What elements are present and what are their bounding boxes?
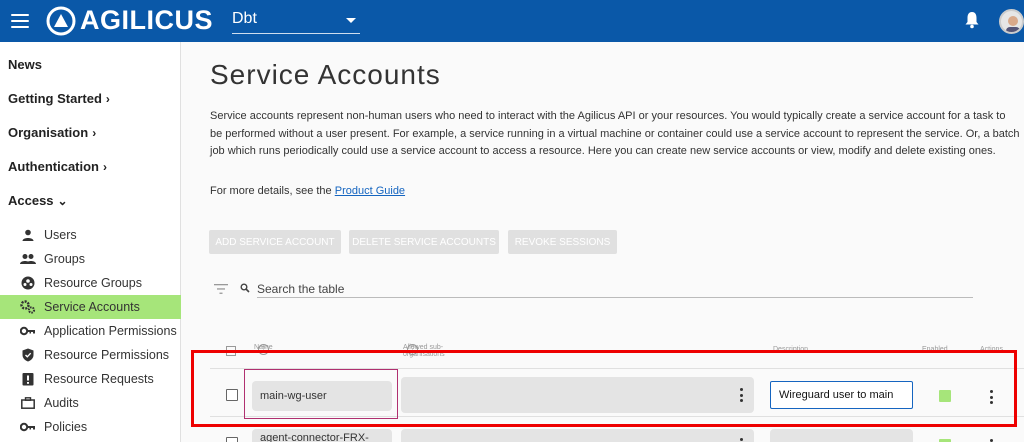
chevron-right-icon: ›	[105, 92, 110, 106]
column-header-description[interactable]: Description	[773, 346, 808, 353]
organisation-select-value: Dbt	[232, 10, 257, 27]
request-icon	[20, 371, 36, 387]
brand-name: AGILICUS	[80, 5, 214, 35]
table-row: main-wg-user Wireguard user to main	[210, 368, 1024, 416]
product-guide-link[interactable]: Product Guide	[335, 185, 405, 197]
row-checkbox[interactable]	[226, 389, 238, 401]
search-icon	[240, 283, 250, 293]
search-input[interactable]	[257, 280, 973, 298]
allowed-sub-orgs-field[interactable]	[401, 377, 754, 413]
allowed-sub-orgs-field[interactable]	[401, 429, 754, 442]
help-icon[interactable]: ?	[258, 344, 269, 355]
key-icon	[20, 419, 36, 435]
sidebar-item-resource-permissions[interactable]: Resource Permissions	[0, 343, 181, 367]
product-guide-line: For more details, see the Product Guide	[210, 185, 406, 197]
description-field[interactable]	[770, 429, 913, 442]
main-content: Service Accounts Service accounts repres…	[182, 42, 1024, 442]
key-icon	[20, 323, 36, 339]
row-actions-more-icon[interactable]	[989, 390, 993, 404]
description-field[interactable]: Wireguard user to main	[770, 381, 913, 409]
help-icon[interactable]: ?	[407, 344, 418, 355]
gears-icon	[20, 299, 36, 315]
select-all-checkbox[interactable]	[226, 346, 236, 356]
nav-authentication[interactable]: Authentication ›	[8, 159, 107, 174]
user-avatar[interactable]	[999, 9, 1024, 34]
sidebar-item-resource-groups[interactable]: Resource Groups	[0, 271, 181, 295]
nav-getting-started[interactable]: Getting Started ›	[8, 91, 110, 106]
shield-icon	[20, 347, 36, 363]
row-checkbox[interactable]	[226, 437, 238, 442]
briefcase-icon	[20, 395, 36, 411]
chevron-right-icon: ›	[103, 160, 107, 174]
sidebar-item-audits[interactable]: Audits	[0, 391, 181, 415]
name-field[interactable]: main-wg-user	[252, 381, 392, 411]
chevron-down-icon: ⌄	[57, 194, 68, 208]
sidebar: News Getting Started › Organisation › Auth…	[0, 42, 181, 442]
agilicus-logo	[46, 6, 76, 36]
enabled-checkbox[interactable]	[939, 390, 951, 402]
page-title: Service Accounts	[210, 59, 441, 90]
person-icon	[20, 227, 36, 243]
nav-organisation[interactable]: Organisation ›	[8, 125, 96, 140]
sidebar-item-users[interactable]: Users	[0, 223, 181, 247]
column-header-enabled[interactable]: Enabled	[922, 346, 948, 353]
filter-icon[interactable]	[214, 284, 228, 294]
bell-icon[interactable]	[964, 11, 980, 29]
revoke-sessions-button[interactable]: REVOKE SESSIONS	[508, 230, 617, 254]
sub-orgs-more-icon[interactable]	[739, 438, 743, 442]
sidebar-item-resource-requests[interactable]: Resource Requests	[0, 367, 181, 391]
delete-service-accounts-button[interactable]: DELETE SERVICE ACCOUNTS	[349, 230, 499, 254]
sidebar-item-policies[interactable]: Policies	[0, 415, 181, 439]
top-app-bar: AGILICUS Dbt	[0, 0, 1024, 42]
sidebar-item-application-permissions[interactable]: Application Permissions	[0, 319, 181, 343]
sidebar-item-groups[interactable]: Groups	[0, 247, 181, 271]
dropdown-caret-icon	[346, 18, 356, 23]
group-icon	[20, 251, 36, 267]
name-field[interactable]: agent-connector-FRX-servic	[252, 429, 392, 442]
resource-groups-icon	[20, 275, 36, 291]
column-header-actions: Actions	[980, 346, 1003, 353]
add-service-account-button[interactable]: ADD SERVICE ACCOUNT	[209, 230, 341, 254]
table-row: agent-connector-FRX-servic	[210, 416, 1024, 442]
sidebar-item-service-accounts[interactable]: Service Accounts	[0, 295, 181, 319]
nav-news[interactable]: News	[8, 57, 42, 72]
hamburger-menu-icon[interactable]	[8, 9, 32, 33]
page-description: Service accounts represent non-human use…	[210, 110, 1020, 157]
nav-access[interactable]: Access ⌄	[8, 193, 68, 208]
organisation-select[interactable]: Dbt	[232, 10, 360, 34]
sub-orgs-more-icon[interactable]	[739, 388, 743, 402]
chevron-right-icon: ›	[92, 126, 97, 140]
table-header: Name? Allowed sub-organisations? Descrip…	[210, 342, 1024, 358]
